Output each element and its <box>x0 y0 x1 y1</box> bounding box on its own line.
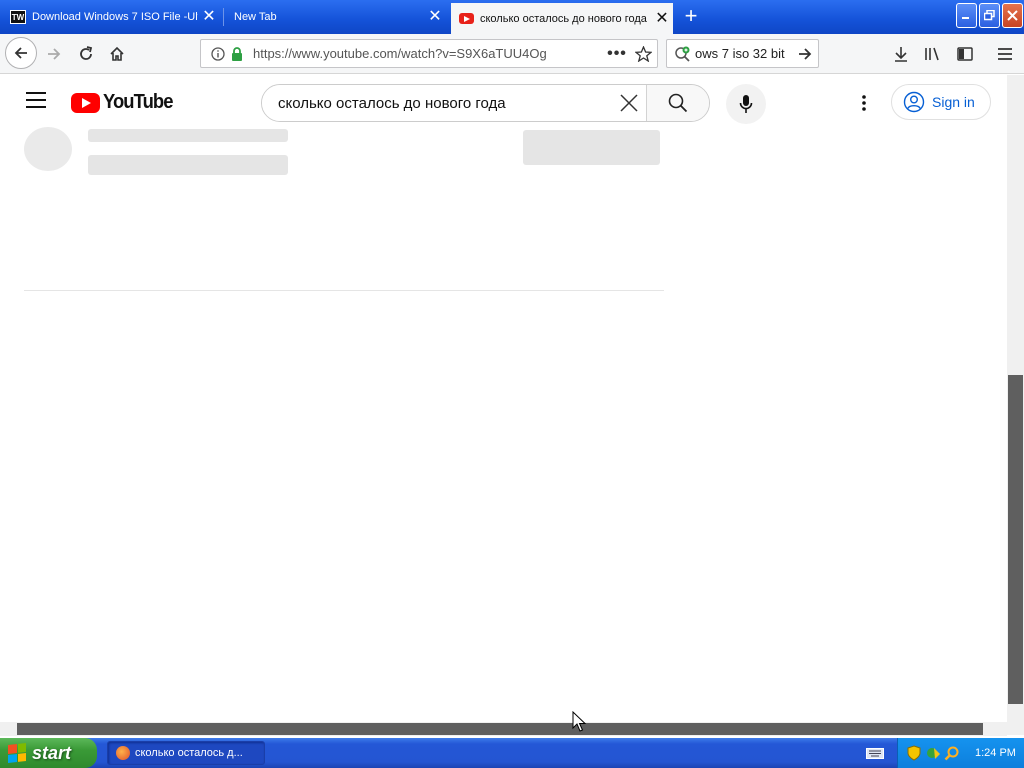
more-vert-icon <box>862 95 866 111</box>
vertical-scrollbar[interactable] <box>1007 75 1024 735</box>
browser-search-input[interactable]: ows 7 iso 32 bit <box>695 46 792 61</box>
firefox-icon <box>116 746 130 760</box>
close-icon <box>620 94 638 112</box>
windows-flag-icon <box>8 743 26 763</box>
tab-label: сколько осталось до нового года <box>480 12 647 25</box>
close-tab-icon[interactable]: ✕ <box>198 2 220 32</box>
bookmark-star-icon[interactable] <box>629 45 657 62</box>
tab-youtube[interactable]: сколько осталось до нового года ✕ <box>451 3 673 34</box>
close-window-button[interactable] <box>1002 3 1023 28</box>
app-menu-button[interactable] <box>990 39 1020 69</box>
url-bar[interactable]: https://www.youtube.com/watch?v=S9X6aTUU… <box>200 39 658 68</box>
tab-label: New Tab <box>234 11 277 23</box>
youtube-logo[interactable]: YouTube <box>71 91 179 114</box>
home-button[interactable] <box>102 39 132 69</box>
library-button[interactable] <box>918 39 948 69</box>
hamburger-menu-icon <box>998 48 1012 60</box>
sign-in-label: Sign in <box>932 94 975 110</box>
minimize-button[interactable] <box>956 3 977 28</box>
reload-button[interactable] <box>71 39 101 69</box>
youtube-play-icon <box>71 92 100 113</box>
taskbar: start сколько осталось д... 1:24 PM <box>0 738 1024 768</box>
start-button[interactable]: start <box>0 738 97 768</box>
horizontal-scrollbar-thumb[interactable] <box>17 723 983 735</box>
back-button[interactable] <box>5 37 37 69</box>
sidebar-icon <box>957 47 973 61</box>
tab-download-windows[interactable]: TW Download Windows 7 ISO File -Ult ✕ <box>2 2 220 32</box>
skeleton-subtitle-line <box>88 155 288 175</box>
skeleton-title-line <box>88 129 288 142</box>
restore-icon <box>984 10 995 21</box>
taskbar-item-firefox[interactable]: сколько осталось д... <box>107 741 265 765</box>
horizontal-scrollbar[interactable] <box>0 722 1007 736</box>
security-shield-icon[interactable] <box>906 745 922 761</box>
restore-button[interactable] <box>979 3 1000 28</box>
info-icon[interactable] <box>207 46 229 61</box>
home-icon <box>110 46 124 61</box>
new-tab-button[interactable]: + <box>678 3 704 31</box>
arrow-left-icon <box>14 47 27 59</box>
url-text[interactable]: https://www.youtube.com/watch?v=S9X6aTUU… <box>253 46 605 61</box>
minimize-icon <box>962 17 969 19</box>
search-icon <box>668 93 688 113</box>
tw-icon: TW <box>10 10 26 24</box>
keyboard-icon[interactable] <box>866 746 884 760</box>
sidebar-button[interactable] <box>950 39 980 69</box>
youtube-header: YouTube сколько осталось до нового года … <box>0 75 1007 129</box>
arrow-right-icon[interactable] <box>792 46 818 62</box>
youtube-logo-text: YouTube <box>103 91 173 113</box>
close-tab-icon[interactable]: ✕ <box>424 2 446 32</box>
close-tab-icon[interactable]: ✕ <box>651 4 673 34</box>
download-icon <box>895 47 907 62</box>
vertical-scrollbar-thumb[interactable] <box>1008 375 1023 704</box>
taskbar-item-label: сколько осталось д... <box>135 747 243 759</box>
settings-more-button[interactable] <box>852 91 876 115</box>
youtube-search-box <box>261 84 710 122</box>
skeleton-channel-avatar <box>24 127 72 171</box>
tab-separator <box>223 8 224 26</box>
youtube-search-input[interactable] <box>262 85 612 121</box>
browser-tab-strip: TW Download Windows 7 ISO File -Ult ✕ Ne… <box>0 0 1024 34</box>
browser-toolbar: https://www.youtube.com/watch?v=S9X6aTUU… <box>0 34 1024 74</box>
clear-search-button[interactable] <box>612 85 646 121</box>
system-tray: 1:24 PM <box>897 738 1024 768</box>
start-label: start <box>32 742 72 763</box>
account-icon <box>903 91 925 113</box>
guide-menu-icon[interactable] <box>26 92 46 108</box>
mouse-cursor-icon <box>572 711 586 732</box>
browser-search-bar[interactable]: ows 7 iso 32 bit <box>666 39 819 68</box>
library-icon <box>925 47 939 61</box>
divider <box>24 290 664 291</box>
clock[interactable]: 1:24 PM <box>975 747 1016 759</box>
search-engine-icon[interactable] <box>671 46 695 62</box>
web-page: YouTube сколько осталось до нового года … <box>0 75 1007 722</box>
youtube-icon <box>459 13 474 24</box>
network-icon[interactable] <box>925 745 941 761</box>
lock-icon[interactable] <box>229 46 245 61</box>
microphone-icon <box>739 95 753 113</box>
tab-new-tab[interactable]: New Tab ✕ <box>226 2 446 32</box>
skeleton-subscribe-button <box>523 130 660 165</box>
tab-label: Download Windows 7 ISO File -Ult <box>32 11 198 23</box>
close-icon <box>1007 10 1018 21</box>
reload-icon <box>80 46 93 60</box>
arrow-right-icon <box>48 48 61 60</box>
voice-search-button[interactable] <box>726 84 766 124</box>
page-actions-icon[interactable]: ••• <box>605 45 629 63</box>
sign-in-button[interactable]: Sign in <box>891 84 991 120</box>
youtube-search-button[interactable] <box>646 85 709 121</box>
search-tray-icon[interactable] <box>944 745 960 761</box>
downloads-button[interactable] <box>886 39 916 69</box>
forward-button[interactable] <box>39 39 69 69</box>
